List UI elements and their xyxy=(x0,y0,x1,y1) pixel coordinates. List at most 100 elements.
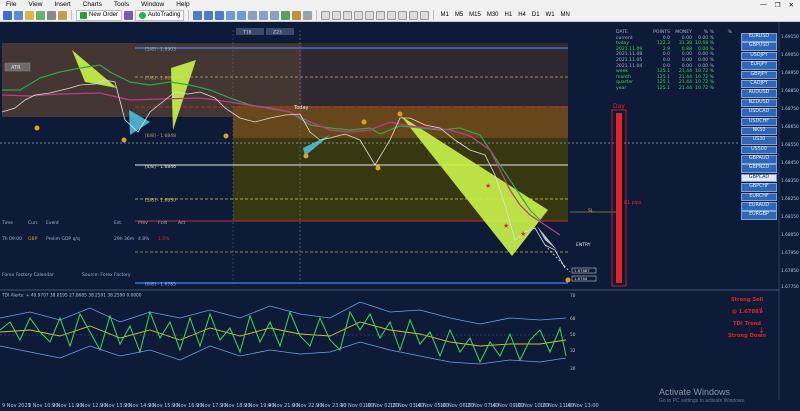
symbol-button-eurjpy[interactable]: EURJPY xyxy=(741,61,777,70)
menu-window[interactable]: Window xyxy=(135,1,170,8)
timeframe-m30[interactable]: M30 xyxy=(485,12,501,18)
data-window-icon[interactable] xyxy=(36,10,45,20)
timeframe-m15[interactable]: M15 xyxy=(467,12,483,18)
price-tick-11: 1.68050 xyxy=(781,232,799,238)
symbol-button-nzdusd[interactable]: NZDUSD xyxy=(741,98,777,108)
symbol-button-eurusd[interactable]: EURUSD xyxy=(741,33,777,42)
autoscroll-icon[interactable] xyxy=(259,10,269,20)
timeframe-m1[interactable]: M1 xyxy=(438,12,450,18)
news-footer-right: Source: Forex Factory xyxy=(82,273,131,278)
news-cell: 4.8% xyxy=(138,237,150,242)
menu-insert[interactable]: Insert xyxy=(48,1,76,8)
restore-button[interactable]: ❐ xyxy=(775,1,781,9)
today-label: Today xyxy=(293,105,309,111)
timeframe-w1[interactable]: W1 xyxy=(544,12,557,18)
minimize-button[interactable]: — xyxy=(760,1,767,9)
symbol-button-gbpnzd[interactable]: GBPNZD xyxy=(741,164,777,173)
symbol-button-usdcad[interactable]: USDCAD xyxy=(741,108,777,117)
marker-1 xyxy=(34,125,40,131)
text-icon[interactable] xyxy=(398,10,408,20)
chart-shift-icon[interactable] xyxy=(270,10,280,20)
marker-5 xyxy=(361,119,367,125)
navigator-icon[interactable] xyxy=(47,10,56,20)
candlestick-icon[interactable] xyxy=(204,10,214,20)
timeframe-m5[interactable]: M5 xyxy=(453,12,465,18)
zoom-in-icon[interactable] xyxy=(226,10,236,20)
symbol-button-gbpjpy[interactable]: GBPJPY xyxy=(741,70,777,80)
bar-chart-icon[interactable] xyxy=(193,10,203,20)
channel-icon[interactable] xyxy=(376,10,386,20)
price-axis: 1.69150 1.69050 1.68950 1.68850 1.68750 … xyxy=(781,34,799,290)
timeframe-h4[interactable]: H4 xyxy=(516,12,528,18)
auto-trading-button[interactable]: AutoTrading xyxy=(135,9,185,21)
crosshair-icon[interactable] xyxy=(332,10,342,20)
menu-file[interactable]: File xyxy=(0,1,22,8)
marker-4 xyxy=(303,153,309,159)
label-icon[interactable] xyxy=(409,10,419,20)
timeframe-d1[interactable]: D1 xyxy=(530,12,542,18)
terminal-icon[interactable] xyxy=(58,10,67,20)
symbol-button-eurgbp[interactable]: EURGBP xyxy=(741,211,777,220)
menu-view[interactable]: View xyxy=(22,1,48,8)
news-footer: Forex Factory Calendar Source: Forex Fac… xyxy=(2,273,212,279)
symbol-button-gbpchf[interactable]: GBPCHF xyxy=(741,183,777,192)
symbol-button-gbpaud[interactable]: GBPAUD xyxy=(741,155,777,164)
timeframe-h1[interactable]: H1 xyxy=(503,12,515,18)
marker-2 xyxy=(121,137,127,143)
cursor-icon[interactable] xyxy=(321,10,331,20)
indicators-icon[interactable] xyxy=(281,10,291,20)
menu-charts[interactable]: Charts xyxy=(77,1,108,8)
news-header-event: Event xyxy=(46,221,59,226)
price-tick-9: 1.68250 xyxy=(781,196,799,202)
arrows-icon[interactable] xyxy=(420,10,430,20)
price-tick-10: 1.68150 xyxy=(781,214,799,220)
new-order-label: New Order xyxy=(89,12,119,18)
time-axis: 9 Nov 2021 9 Nov 10:20 9 Nov 11:20 9 Nov… xyxy=(0,403,800,411)
symbol-button-audusd[interactable]: AUDUSD xyxy=(741,89,777,98)
symbol-button-euraud[interactable]: EURAUD xyxy=(741,202,777,211)
news-header-time: Time xyxy=(2,221,14,226)
symbol-button-us500[interactable]: US500 xyxy=(741,145,777,155)
symbol-button-gbpcad[interactable]: GBPCAD xyxy=(741,173,777,183)
horizontal-line-icon[interactable] xyxy=(354,10,364,20)
line-chart-icon[interactable] xyxy=(215,10,225,20)
trendline-icon[interactable] xyxy=(365,10,375,20)
period-icon[interactable] xyxy=(292,10,302,20)
price-tick-14: 1.67750 xyxy=(781,284,799,290)
market-watch-icon[interactable] xyxy=(25,10,34,20)
news-header-est: Est. xyxy=(114,221,123,226)
signal-strong-sell: Strong Sell xyxy=(730,297,764,303)
symbol-button-nk50[interactable]: NK50 xyxy=(741,126,777,136)
timeframe-mn[interactable]: MN xyxy=(559,12,572,18)
templates-icon[interactable] xyxy=(303,10,313,20)
symbol-button-eurchf[interactable]: EURCHF xyxy=(741,192,777,202)
news-row[interactable]: Th 09:00 GBP Prelim GDP q/q 29h 36m 4.8%… xyxy=(2,237,212,243)
zoom-out-icon[interactable] xyxy=(237,10,247,20)
menu-tools[interactable]: Tools xyxy=(108,1,135,8)
tile-windows-icon[interactable] xyxy=(248,10,258,20)
close-button[interactable]: ✕ xyxy=(789,1,794,9)
vertical-line-icon[interactable] xyxy=(343,10,353,20)
symbol-button-gbpusd[interactable]: GBPUSD xyxy=(741,42,777,51)
price-tick-5: 1.68650 xyxy=(781,124,799,130)
marker-6 xyxy=(375,165,381,171)
menu-help[interactable]: Help xyxy=(170,1,195,8)
price-tick-3: 1.68850 xyxy=(781,88,799,94)
profiles-icon[interactable] xyxy=(14,10,23,20)
price-tick-7: 1.68450 xyxy=(781,160,799,166)
symbol-button-usdjpy[interactable]: USDJPY xyxy=(741,51,777,61)
new-order-button[interactable]: New Order xyxy=(76,9,123,21)
meta-editor-icon[interactable] xyxy=(124,10,134,20)
target-label: SL xyxy=(588,208,594,214)
news-cell: GBP xyxy=(28,237,38,242)
symbol-button-cadjpy[interactable]: CADJPY xyxy=(741,79,777,89)
ind-tick-0: 70 xyxy=(570,293,576,299)
news-header-fcst: Fcst xyxy=(158,221,168,226)
symbol-button-us30[interactable]: US30 xyxy=(741,136,777,145)
symbol-button-usdchf[interactable]: USDCHF xyxy=(741,117,777,127)
new-chart-icon[interactable] xyxy=(3,10,12,20)
symbol-list: EURUSD GBPUSD USDJPY EURJPY GBPJPY CADJP… xyxy=(741,33,777,221)
signal-tdi-trend: TDI Trend xyxy=(732,321,762,327)
fibonacci-icon[interactable] xyxy=(387,10,397,20)
toolbar: New Order AutoTrading M1 M5 M15 M30 H1 H… xyxy=(0,9,800,22)
